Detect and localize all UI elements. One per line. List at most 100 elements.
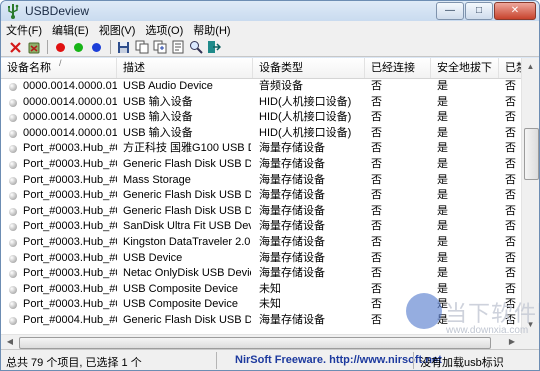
cell-device-type: 海量存储设备 xyxy=(259,173,325,186)
scroll-right-icon[interactable]: ▶ xyxy=(504,335,520,349)
menu-edit[interactable]: 编辑(E) xyxy=(47,22,94,38)
device-rows: 0000.0014.0000.011... USB Audio Device 音频设… xyxy=(1,79,521,329)
cell-disabled: 否 xyxy=(505,204,516,217)
close-button[interactable]: ✕ xyxy=(494,2,536,20)
cell-connected: 否 xyxy=(371,298,382,311)
delete-icon[interactable] xyxy=(7,39,24,56)
column-header-disabled[interactable]: 已禁 xyxy=(499,58,521,78)
cell-safe-removal: 是 xyxy=(437,80,448,92)
horizontal-scrollbar[interactable]: ◀ ▶ xyxy=(1,334,521,349)
table-row[interactable]: 0000.0014.0000.011... USB 输入设备 HID(人机接口设备)… xyxy=(1,126,521,142)
menu-options[interactable]: 选项(O) xyxy=(140,22,188,38)
device-list[interactable]: 设备名称 / 描述 设备类型 已经连接 安全地拔下 已禁 0000.0014.0… xyxy=(1,58,521,334)
menu-bar: 文件(F) 编辑(E) 视图(V) 选项(O) 帮助(H) xyxy=(1,21,539,38)
cell-connected: 否 xyxy=(371,95,382,108)
sort-indicator: / xyxy=(59,58,62,68)
cell-disabled: 否 xyxy=(505,220,516,233)
cell-connected: 否 xyxy=(371,313,382,326)
copy-icon[interactable] xyxy=(133,39,150,56)
cell-connected: 否 xyxy=(371,173,382,186)
cell-description: USB Audio Device xyxy=(123,80,213,92)
save-icon[interactable] xyxy=(115,39,132,56)
cell-safe-removal: 是 xyxy=(437,173,448,186)
scroll-left-icon[interactable]: ◀ xyxy=(2,335,18,349)
cell-device-name: Port_#0003.Hub_#0... xyxy=(23,189,117,202)
nirsoft-link[interactable]: NirSoft Freeware. http://www.nirsoft.net xyxy=(235,354,442,366)
cell-connected: 否 xyxy=(371,267,382,280)
cell-safe-removal: 是 xyxy=(437,267,448,280)
cell-connected: 否 xyxy=(371,235,382,248)
table-row[interactable]: Port_#0004.Hub_#0... Generic Flash Disk U… xyxy=(1,313,521,329)
blue-dot-icon[interactable] xyxy=(88,39,105,56)
green-dot xyxy=(74,42,83,52)
title-bar[interactable]: USBDeview — □ ✕ xyxy=(1,1,539,21)
find-icon[interactable] xyxy=(187,39,204,56)
table-row[interactable]: Port_#0003.Hub_#0... USB Composite Device… xyxy=(1,282,521,298)
table-row[interactable]: Port_#0003.Hub_#0... SanDisk Ultra Fit US… xyxy=(1,219,521,235)
cell-connected: 否 xyxy=(371,111,382,124)
device-status-icon xyxy=(9,270,17,279)
toolbar xyxy=(1,38,539,57)
cell-connected: 否 xyxy=(371,142,382,155)
table-row[interactable]: Port_#0003.Hub_#0... Mass Storage 海量存储设备 否 是… xyxy=(1,173,521,189)
cell-disabled: 否 xyxy=(505,267,516,280)
table-row[interactable]: Port_#0003.Hub_#0... Kingston DataTravele… xyxy=(1,235,521,251)
cell-safe-removal: 是 xyxy=(437,142,448,155)
usbdeview-window: USBDeview — □ ✕ 文件(F) 编辑(E) 视图(V) 选项(O) … xyxy=(0,0,540,371)
cell-device-type: HID(人机接口设备) xyxy=(259,95,352,108)
column-header-description[interactable]: 描述 xyxy=(117,58,253,78)
cell-device-name: Port_#0003.Hub_#0... xyxy=(23,251,117,264)
table-row[interactable]: Port_#0003.Hub_#0... USB Device 海量存储设备 否 是 否 xyxy=(1,251,521,267)
maximize-button[interactable]: □ xyxy=(465,2,493,20)
red-dot-icon[interactable] xyxy=(52,39,69,56)
cell-safe-removal: 是 xyxy=(437,204,448,217)
vertical-scroll-thumb[interactable] xyxy=(524,128,539,180)
status-item-count: 总共 79 个项目, 已选择 1 个 xyxy=(6,357,142,369)
cell-safe-removal: 是 xyxy=(437,189,448,202)
table-row[interactable]: Port_#0003.Hub_#0... USB Composite Device… xyxy=(1,297,521,313)
menu-view[interactable]: 视图(V) xyxy=(94,22,141,38)
properties-icon[interactable] xyxy=(169,39,186,56)
vertical-scrollbar[interactable]: ▲ ▼ xyxy=(521,58,539,334)
table-row[interactable]: Port_#0003.Hub_#0... Generic Flash Disk U… xyxy=(1,157,521,173)
horizontal-scroll-thumb[interactable] xyxy=(19,337,491,349)
table-row[interactable]: Port_#0003.Hub_#0... Netac OnlyDisk USB D… xyxy=(1,266,521,282)
green-dot-icon[interactable] xyxy=(70,39,87,56)
column-header-connected[interactable]: 已经连接 xyxy=(365,58,431,78)
blue-dot xyxy=(92,42,101,52)
scroll-down-icon[interactable]: ▼ xyxy=(523,317,538,333)
menu-help[interactable]: 帮助(H) xyxy=(188,22,235,38)
red-dot xyxy=(56,42,65,52)
minimize-button[interactable]: — xyxy=(436,2,464,20)
cell-safe-removal: 是 xyxy=(437,235,448,248)
cell-connected: 否 xyxy=(371,220,382,233)
device-status-icon xyxy=(9,114,17,123)
table-row[interactable]: Port_#0003.Hub_#0... Generic Flash Disk U… xyxy=(1,188,521,204)
exit-icon[interactable] xyxy=(205,39,222,56)
scrollbar-corner xyxy=(521,334,539,349)
status-separator xyxy=(216,352,217,369)
column-header-device-type[interactable]: 设备类型 xyxy=(253,58,365,78)
cell-connected: 否 xyxy=(371,189,382,202)
cell-safe-removal: 是 xyxy=(437,298,448,311)
column-header-safe-removal[interactable]: 安全地拔下 xyxy=(431,58,499,78)
cell-device-name: 0000.0014.0000.011... xyxy=(23,111,117,124)
copy-plus-icon[interactable] xyxy=(151,39,168,56)
cell-description: USB 输入设备 xyxy=(123,95,193,108)
cell-connected: 否 xyxy=(371,126,382,139)
table-row[interactable]: 0000.0014.0000.011... USB Audio Device 音频设… xyxy=(1,79,521,95)
table-row[interactable]: Port_#0003.Hub_#0... 方正科技 国雅G100 USB De..… xyxy=(1,141,521,157)
table-row[interactable]: 0000.0014.0000.011... USB 输入设备 HID(人机接口设备)… xyxy=(1,95,521,111)
table-row[interactable]: Port_#0003.Hub_#0... Generic Flash Disk U… xyxy=(1,204,521,220)
cell-description: Generic Flash Disk USB De... xyxy=(123,204,251,217)
cell-device-name: Port_#0003.Hub_#0... xyxy=(23,298,117,311)
menu-file[interactable]: 文件(F) xyxy=(1,22,47,38)
status-bar: 总共 79 个项目, 已选择 1 个 NirSoft Freeware. htt… xyxy=(1,349,539,370)
table-row[interactable]: 0000.0014.0000.011... USB 输入设备 HID(人机接口设备)… xyxy=(1,110,521,126)
scroll-up-icon[interactable]: ▲ xyxy=(523,59,538,75)
cell-device-type: 海量存储设备 xyxy=(259,204,325,217)
uninstall-icon[interactable] xyxy=(25,39,42,56)
cell-device-type: 海量存储设备 xyxy=(259,157,325,170)
cell-device-name: Port_#0003.Hub_#0... xyxy=(23,173,117,186)
cell-device-type: 未知 xyxy=(259,298,281,311)
